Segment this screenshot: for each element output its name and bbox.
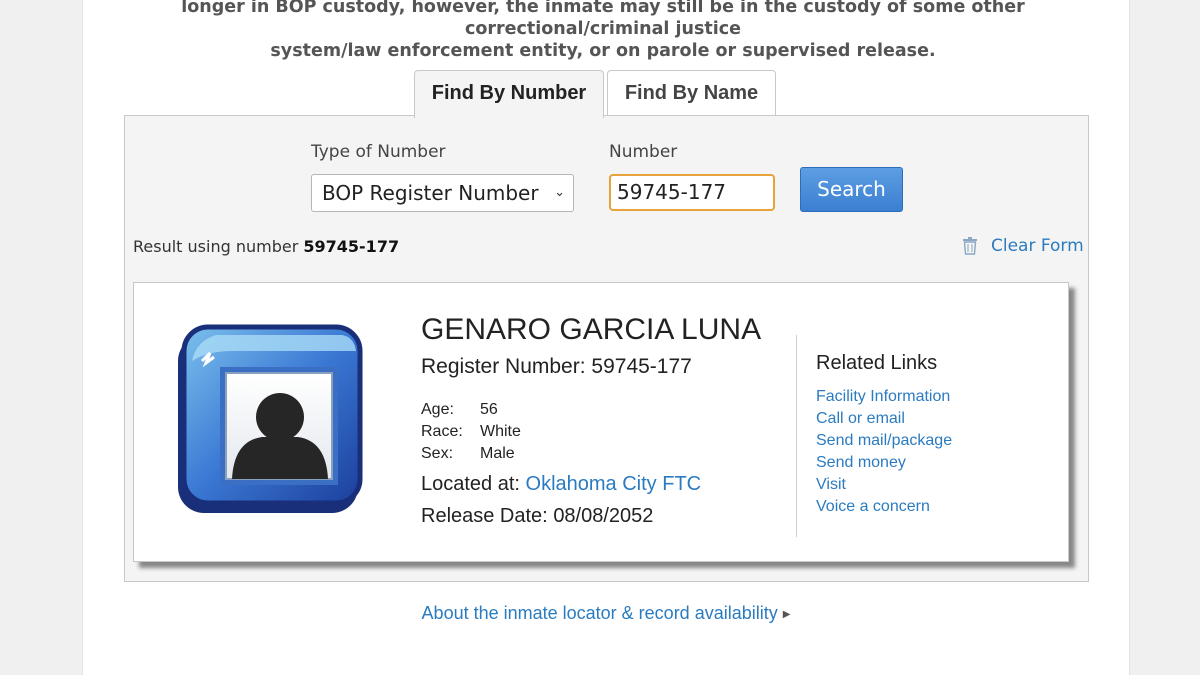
notice-line-1: longer in BOP custody, however, the inma…	[181, 0, 1025, 39]
attribute-row-sex: Sex: Male	[421, 443, 521, 465]
custody-notice: longer in BOP custody, however, the inma…	[173, 0, 1033, 62]
result-summary: Result using number 59745-177	[133, 237, 399, 256]
number-label: Number	[609, 142, 678, 162]
about-inmate-locator-link[interactable]: About the inmate locator & record availa…	[83, 603, 1129, 624]
chevron-down-icon: ⌄	[554, 185, 565, 200]
sex-value: Male	[480, 445, 515, 462]
inmate-result-card: GENARO GARCIA LUNA Register Number: 5974…	[133, 282, 1069, 562]
age-label: Age:	[421, 401, 454, 418]
release-date-value: 08/08/2052	[553, 505, 654, 527]
related-link-facility-information[interactable]: Facility Information	[816, 386, 952, 408]
location-line: Located at: Oklahoma City FTC	[421, 473, 701, 496]
related-links-title: Related Links	[816, 352, 938, 374]
release-date-line: Release Date: 08/08/2052	[421, 505, 653, 528]
release-date-label: Release Date:	[421, 505, 548, 527]
register-number: Register Number: 59745-177	[421, 355, 692, 379]
inmate-name: GENARO GARCIA LUNA	[421, 313, 762, 346]
related-link-visit[interactable]: Visit	[816, 474, 952, 496]
notice-line-2: system/law enforcement entity, or on par…	[270, 41, 936, 61]
search-panel: Type of Number Number BOP Register Numbe…	[124, 115, 1089, 582]
attribute-row-race: Race: White	[421, 421, 521, 443]
search-button[interactable]: Search	[800, 167, 903, 212]
related-link-send-money[interactable]: Send money	[816, 452, 952, 474]
related-link-send-mail-package[interactable]: Send mail/package	[816, 430, 952, 452]
inmate-attributes: Age: 56 Race: White Sex: Male	[421, 399, 521, 465]
related-links-list: Facility Information Call or email Send …	[816, 386, 952, 518]
caret-right-icon: ▶	[782, 609, 791, 620]
inmate-photo-placeholder-icon	[178, 324, 363, 513]
number-input[interactable]: 59745-177	[609, 174, 775, 211]
divider	[796, 335, 797, 537]
located-label: Located at:	[421, 473, 520, 495]
tab-find-by-name[interactable]: Find By Name	[607, 70, 776, 117]
type-of-number-value: BOP Register Number	[322, 181, 539, 205]
trash-icon	[963, 237, 977, 255]
clear-form-button[interactable]: Clear Form	[963, 236, 1084, 256]
result-number: 59745-177	[303, 237, 400, 256]
attribute-row-age: Age: 56	[421, 399, 521, 421]
age-value: 56	[480, 401, 498, 418]
clear-form-label: Clear Form	[991, 236, 1084, 256]
result-prefix: Result using number	[133, 237, 299, 256]
sex-label: Sex:	[421, 445, 454, 462]
race-label: Race:	[421, 423, 463, 440]
race-value: White	[480, 423, 521, 440]
page-content: longer in BOP custody, however, the inma…	[82, 0, 1130, 675]
type-of-number-select[interactable]: BOP Register Number ⌄	[311, 174, 574, 212]
about-link-label: About the inmate locator & record availa…	[421, 603, 778, 623]
register-number-value: 59745-177	[591, 355, 692, 378]
register-number-label: Register Number:	[421, 355, 586, 378]
tab-find-by-number[interactable]: Find By Number	[414, 70, 604, 118]
type-of-number-label: Type of Number	[311, 142, 446, 162]
facility-link[interactable]: Oklahoma City FTC	[526, 473, 702, 495]
related-link-voice-a-concern[interactable]: Voice a concern	[816, 496, 952, 518]
related-link-call-or-email[interactable]: Call or email	[816, 408, 952, 430]
